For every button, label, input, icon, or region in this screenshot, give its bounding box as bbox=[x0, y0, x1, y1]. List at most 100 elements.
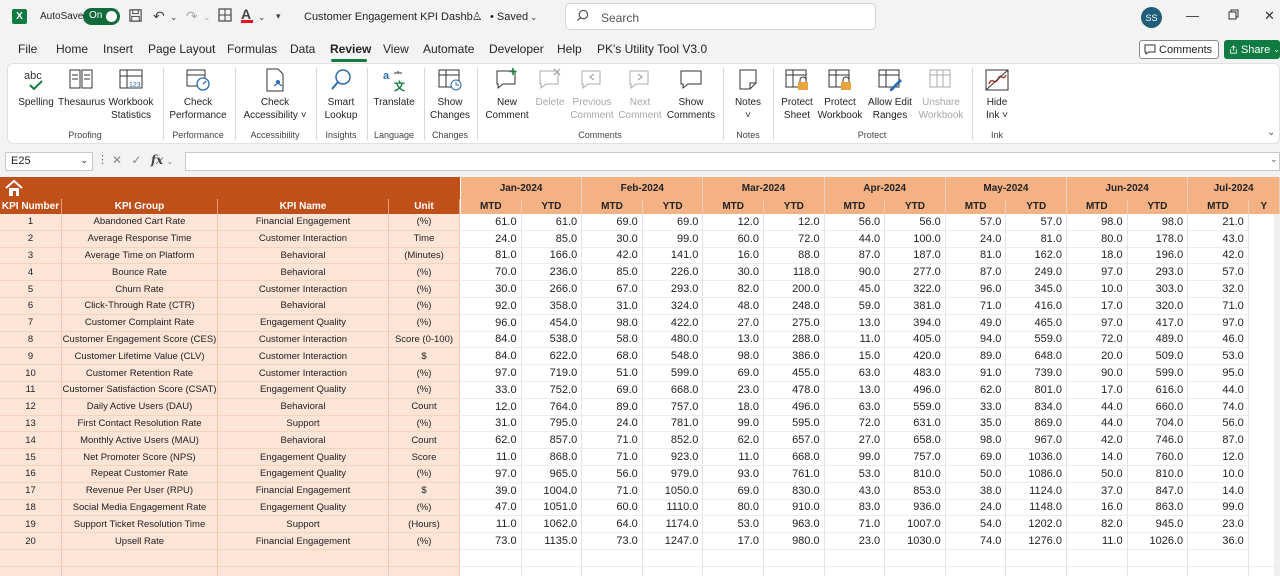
value-cell[interactable]: 82.0 bbox=[1067, 516, 1128, 534]
empty-cell[interactable] bbox=[461, 550, 522, 567]
value-cell[interactable]: 178.0 bbox=[1127, 230, 1189, 248]
value-cell[interactable]: 18.0 bbox=[703, 398, 764, 416]
check-performance-button[interactable]: Check Performance bbox=[168, 67, 228, 122]
kpi-number-cell[interactable]: 19 bbox=[0, 516, 62, 534]
kpi-group-cell[interactable]: Customer Retention Rate bbox=[62, 365, 218, 382]
empty-cell[interactable] bbox=[582, 566, 643, 576]
value-cell[interactable]: 857.0 bbox=[521, 432, 583, 450]
value-cell[interactable]: 23.0 bbox=[703, 382, 764, 399]
column-header[interactable]: KPI Number bbox=[0, 199, 62, 214]
unit-cell[interactable]: (Minutes) bbox=[389, 247, 460, 265]
value-cell[interactable]: 30.0 bbox=[703, 264, 764, 282]
value-cell[interactable]: 910.0 bbox=[764, 499, 825, 517]
notes-button[interactable]: Notes ˅ bbox=[729, 67, 767, 122]
month-header[interactable]: Jul-2024 bbox=[1188, 177, 1280, 199]
kpi-group-cell[interactable]: Customer Engagement Score (CES) bbox=[62, 331, 218, 349]
value-cell[interactable]: 90.0 bbox=[1067, 365, 1128, 382]
value-cell[interactable]: 87.0 bbox=[824, 247, 886, 265]
value-cell[interactable]: 69.0 bbox=[582, 382, 643, 399]
value-cell[interactable]: 13.0 bbox=[703, 331, 764, 349]
value-cell[interactable]: 923.0 bbox=[642, 449, 704, 466]
kpi-group-cell[interactable]: Repeat Customer Rate bbox=[62, 466, 218, 483]
value-cell[interactable]: 288.0 bbox=[764, 331, 825, 349]
share-button[interactable]: Share ⌄ bbox=[1224, 40, 1280, 59]
unit-cell[interactable]: Score (0-100) bbox=[389, 331, 460, 349]
spelling-button[interactable]: abc Spelling bbox=[17, 67, 55, 109]
unit-cell[interactable]: Count bbox=[389, 398, 460, 416]
value-cell[interactable]: 1036.0 bbox=[1006, 449, 1067, 466]
value-cell[interactable]: 96.0 bbox=[945, 281, 1007, 298]
value-cell[interactable]: 100.0 bbox=[885, 230, 946, 248]
kpi-group-cell[interactable]: Customer Complaint Rate bbox=[62, 314, 218, 332]
value-cell[interactable]: 62.0 bbox=[461, 432, 522, 450]
value-cell[interactable]: 63.0 bbox=[824, 398, 886, 416]
value-cell[interactable]: 1004.0 bbox=[521, 482, 583, 500]
formula-input[interactable] bbox=[185, 152, 1280, 171]
value-cell[interactable]: 12.0 bbox=[461, 398, 522, 416]
value-cell[interactable]: 810.0 bbox=[885, 466, 946, 483]
value-cell[interactable]: 59.0 bbox=[824, 298, 886, 315]
value-cell[interactable]: 67.0 bbox=[582, 281, 643, 298]
value-cell[interactable]: 979.0 bbox=[642, 466, 704, 483]
value-cell[interactable]: 1051.0 bbox=[521, 499, 583, 517]
value-cell[interactable]: 420.0 bbox=[885, 348, 946, 366]
comments-button[interactable]: Comments bbox=[1139, 40, 1219, 59]
restore-icon[interactable] bbox=[1228, 8, 1239, 23]
empty-cell[interactable] bbox=[945, 566, 1007, 576]
tab-review[interactable]: Review bbox=[330, 42, 371, 56]
value-cell[interactable]: 965.0 bbox=[521, 466, 583, 483]
value-cell[interactable]: 739.0 bbox=[1006, 365, 1067, 382]
kpi-name-cell[interactable]: Behavioral bbox=[218, 432, 389, 450]
value-cell[interactable]: 53.0 bbox=[1188, 348, 1249, 366]
value-cell[interactable]: 719.0 bbox=[521, 365, 583, 382]
value-cell[interactable]: 80.0 bbox=[703, 499, 764, 517]
sub-header-mtd[interactable]: MTD bbox=[824, 199, 886, 214]
empty-cell[interactable] bbox=[62, 566, 218, 576]
font-color-dropdown-icon[interactable]: ⌄ bbox=[258, 12, 266, 23]
value-cell[interactable]: 1247.0 bbox=[642, 533, 704, 550]
value-cell[interactable]: 39.0 bbox=[461, 482, 522, 500]
kpi-group-cell[interactable]: Daily Active Users (DAU) bbox=[62, 398, 218, 416]
sub-header-mtd[interactable]: MTD bbox=[703, 199, 764, 214]
empty-cell[interactable] bbox=[1067, 566, 1128, 576]
kpi-number-cell[interactable]: 9 bbox=[0, 348, 62, 366]
kpi-name-cell[interactable]: Behavioral bbox=[218, 247, 389, 265]
value-cell[interactable]: 200.0 bbox=[764, 281, 825, 298]
value-cell[interactable]: 21.0 bbox=[1188, 214, 1249, 231]
value-cell[interactable]: 84.0 bbox=[461, 331, 522, 349]
sub-header-mtd[interactable]: MTD bbox=[1067, 199, 1128, 214]
empty-cell[interactable] bbox=[1188, 550, 1249, 567]
kpi-group-cell[interactable]: Social Media Engagement Rate bbox=[62, 499, 218, 517]
value-cell[interactable]: 599.0 bbox=[1127, 365, 1189, 382]
value-cell[interactable]: 69.0 bbox=[642, 214, 704, 231]
undo-icon[interactable]: ↶ bbox=[153, 8, 165, 25]
value-cell[interactable]: 42.0 bbox=[582, 247, 643, 265]
value-cell[interactable]: 73.0 bbox=[461, 533, 522, 550]
value-cell[interactable]: 11.0 bbox=[461, 516, 522, 534]
value-cell[interactable]: 95.0 bbox=[1188, 365, 1249, 382]
kpi-number-cell[interactable]: 4 bbox=[0, 264, 62, 282]
hide-ink-button[interactable]: Hide Ink ˅ bbox=[977, 67, 1017, 122]
kpi-name-cell[interactable]: Customer Interaction bbox=[218, 365, 389, 382]
thesaurus-button[interactable]: Thesaurus bbox=[58, 67, 105, 109]
kpi-group-cell[interactable]: Churn Rate bbox=[62, 281, 218, 298]
redo-icon[interactable]: ↷ bbox=[186, 8, 198, 25]
value-cell[interactable]: 660.0 bbox=[1127, 398, 1189, 416]
kpi-number-cell[interactable]: 6 bbox=[0, 298, 62, 315]
protect-sheet-button[interactable]: Protect Sheet bbox=[777, 67, 817, 122]
value-cell[interactable]: 16.0 bbox=[1067, 499, 1128, 517]
value-cell[interactable]: 72.0 bbox=[764, 230, 825, 248]
column-header[interactable]: Unit bbox=[389, 199, 460, 214]
value-cell[interactable]: 162.0 bbox=[1006, 247, 1067, 265]
value-cell[interactable]: 704.0 bbox=[1127, 415, 1189, 433]
value-cell[interactable]: 538.0 bbox=[521, 331, 583, 349]
tab-automate[interactable]: Automate bbox=[423, 42, 474, 56]
value-cell[interactable]: 1050.0 bbox=[642, 482, 704, 500]
value-cell[interactable]: 559.0 bbox=[885, 398, 946, 416]
empty-cell[interactable] bbox=[764, 566, 825, 576]
tab-file[interactable]: File bbox=[18, 42, 37, 56]
value-cell[interactable]: 187.0 bbox=[885, 247, 946, 265]
value-cell[interactable]: 99.0 bbox=[703, 415, 764, 433]
value-cell[interactable]: 1124.0 bbox=[1006, 482, 1067, 500]
value-cell[interactable]: 746.0 bbox=[1127, 432, 1189, 450]
